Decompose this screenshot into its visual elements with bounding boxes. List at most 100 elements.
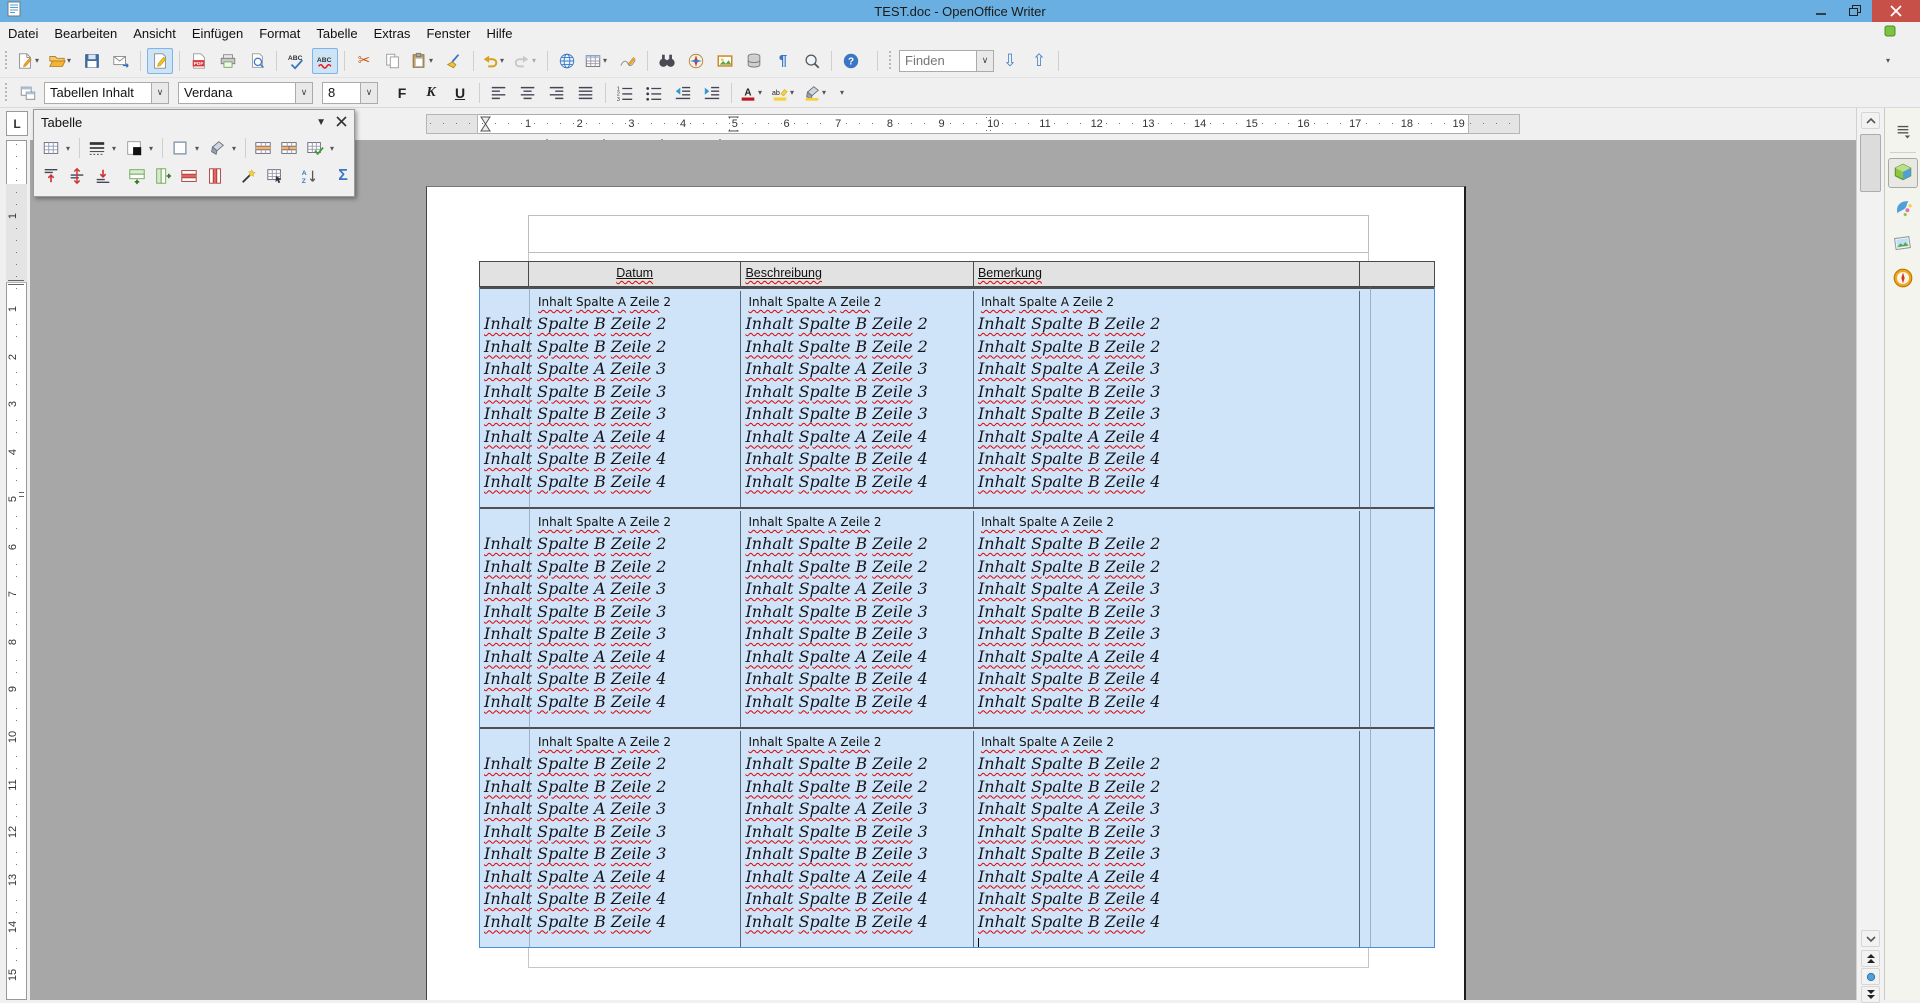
align-center-button[interactable]: [515, 80, 541, 106]
toolbar-grip[interactable]: [3, 83, 9, 103]
empty-paragraph-frame[interactable]: [528, 215, 1369, 253]
sidebar-tab-properties[interactable]: [1888, 158, 1918, 188]
zoom-button[interactable]: [799, 48, 825, 74]
page-preview-button[interactable]: [244, 48, 270, 74]
dropdown-arrow-icon[interactable]: ▾: [500, 56, 508, 65]
clone-formatting-button[interactable]: [441, 48, 467, 74]
table-cell[interactable]: Inhalt Spalte A Zeile 2Inhalt Spalte B Z…: [741, 511, 974, 727]
panel-menu-icon[interactable]: ▼: [316, 117, 326, 128]
document-table[interactable]: DatumBeschreibungBemerkung Inhalt Spalte…: [479, 261, 1435, 948]
menu-item-einfügen[interactable]: Einfügen: [184, 24, 251, 43]
italic-button[interactable]: K: [418, 80, 444, 106]
justify-button[interactable]: [573, 80, 599, 106]
indent-marker[interactable]: [480, 116, 491, 137]
right-margin-area[interactable]: [1468, 114, 1520, 134]
dropdown-arrow-icon[interactable]: ▾: [758, 88, 766, 97]
font-name-combobox[interactable]: Verdana∨: [178, 82, 313, 104]
align-top-button[interactable]: [39, 164, 63, 188]
table-cell[interactable]: Inhalt Spalte A Zeile 2Inhalt Spalte B Z…: [480, 291, 741, 507]
table-header-row[interactable]: DatumBeschreibungBemerkung: [479, 261, 1435, 287]
merge-cells-button[interactable]: [251, 136, 275, 160]
find-up-button[interactable]: ⇧: [1026, 48, 1052, 74]
previous-page-button[interactable]: [1861, 950, 1880, 967]
insert-table-button[interactable]: [39, 136, 63, 160]
dropdown-arrow-icon[interactable]: ▾: [67, 56, 75, 65]
table-body[interactable]: Inhalt Spalte A Zeile 2Inhalt Spalte B Z…: [479, 287, 1435, 948]
menu-item-tabelle[interactable]: Tabelle: [308, 24, 365, 43]
copy-button[interactable]: [380, 48, 406, 74]
delete-row-button[interactable]: [177, 164, 201, 188]
numbered-list-button[interactable]: 123: [612, 80, 638, 106]
toolbar-overflow-icon[interactable]: ▾: [1886, 56, 1894, 65]
print-button[interactable]: [215, 48, 241, 74]
combobox-arrow-icon[interactable]: ∨: [976, 51, 993, 71]
draw-functions-button[interactable]: [615, 48, 641, 74]
vertical-scrollbar[interactable]: [1856, 108, 1884, 1000]
align-left-button[interactable]: [486, 80, 512, 106]
optimize-button[interactable]: [303, 136, 327, 160]
left-margin-area[interactable]: [426, 114, 478, 134]
sidebar-tab-styles[interactable]: [1888, 193, 1918, 223]
sidebar-tab-gallery[interactable]: [1888, 228, 1918, 258]
dropdown-arrow-icon[interactable]: ▾: [149, 144, 157, 153]
align-right-button[interactable]: [544, 80, 570, 106]
center-vertically-button[interactable]: [65, 164, 89, 188]
dropdown-arrow-icon[interactable]: ▾: [330, 144, 338, 153]
export-pdf-button[interactable]: PDF: [186, 48, 212, 74]
combobox-arrow-icon[interactable]: ∨: [360, 83, 377, 103]
table-header-cell-datum[interactable]: Datum: [529, 262, 742, 286]
save-button[interactable]: [79, 48, 105, 74]
dropdown-arrow-icon[interactable]: ▾: [532, 56, 540, 65]
combobox-arrow-icon[interactable]: ∨: [151, 83, 168, 103]
table-header-cell[interactable]: [1360, 262, 1434, 286]
document-workspace[interactable]: DatumBeschreibungBemerkung Inhalt Spalte…: [30, 140, 1856, 1000]
close-button[interactable]: [1872, 0, 1920, 22]
scroll-up-button[interactable]: [1861, 112, 1880, 129]
background-color-button[interactable]: ▾: [802, 80, 831, 106]
autoformat-button[interactable]: [237, 164, 261, 188]
table-cell[interactable]: Inhalt Spalte A Zeile 2Inhalt Spalte B Z…: [974, 291, 1360, 507]
align-bottom-button[interactable]: [91, 164, 115, 188]
menu-item-extras[interactable]: Extras: [366, 24, 419, 43]
hyperlink-button[interactable]: [554, 48, 580, 74]
table-cell[interactable]: Inhalt Spalte A Zeile 2Inhalt Spalte B Z…: [741, 731, 974, 947]
redo-button[interactable]: ▾: [512, 48, 541, 74]
delete-column-button[interactable]: [203, 164, 227, 188]
data-sources-button[interactable]: [741, 48, 767, 74]
frame-line-color-button[interactable]: [122, 136, 146, 160]
sidebar-menu-icon[interactable]: [1888, 116, 1918, 146]
minimize-button[interactable]: [1804, 0, 1838, 22]
bullet-list-button[interactable]: [641, 80, 667, 106]
split-cells-button[interactable]: [277, 136, 301, 160]
insert-row-button[interactable]: [125, 164, 149, 188]
undo-button[interactable]: ▾: [480, 48, 509, 74]
sidebar-tab-navigator[interactable]: [1888, 263, 1918, 293]
navigator-button[interactable]: [683, 48, 709, 74]
document-page[interactable]: DatumBeschreibungBemerkung Inhalt Spalte…: [426, 186, 1466, 1000]
paragraph-styles-button[interactable]: [15, 80, 41, 106]
table-header-cell[interactable]: [480, 262, 529, 286]
vertical-ruler[interactable]: 1123456789101112131415: [0, 140, 30, 1000]
table-header-cell-bemerkung[interactable]: Bemerkung: [974, 262, 1360, 286]
panel-title-bar[interactable]: Tabelle ▼: [34, 110, 354, 134]
edit-file-button[interactable]: [147, 48, 173, 74]
decrease-indent-button[interactable]: [670, 80, 696, 106]
bold-button[interactable]: F: [389, 80, 415, 106]
next-page-button[interactable]: [1861, 986, 1880, 1003]
table-background-color-button[interactable]: [205, 136, 229, 160]
new-document-button[interactable]: ▾: [15, 48, 44, 74]
table-cell[interactable]: Inhalt Spalte A Zeile 2Inhalt Spalte B Z…: [480, 731, 741, 947]
menu-item-format[interactable]: Format: [251, 24, 308, 43]
table-cell[interactable]: Inhalt Spalte A Zeile 2Inhalt Spalte B Z…: [741, 291, 974, 507]
sum-button[interactable]: Σ: [331, 164, 355, 188]
cut-button[interactable]: ✂: [351, 48, 377, 74]
highlighting-button[interactable]: ab▾: [770, 80, 799, 106]
find-toolbar-grip[interactable]: [887, 51, 893, 71]
insert-column-button[interactable]: [151, 164, 175, 188]
update-notification-icon[interactable]: [1884, 25, 1896, 40]
font-color-button[interactable]: A▾: [738, 80, 767, 106]
menu-item-bearbeiten[interactable]: Bearbeiten: [46, 24, 125, 43]
menu-item-hilfe[interactable]: Hilfe: [479, 24, 521, 43]
restore-button[interactable]: [1838, 0, 1872, 22]
toolbar-overflow-icon[interactable]: ▾: [840, 88, 848, 97]
